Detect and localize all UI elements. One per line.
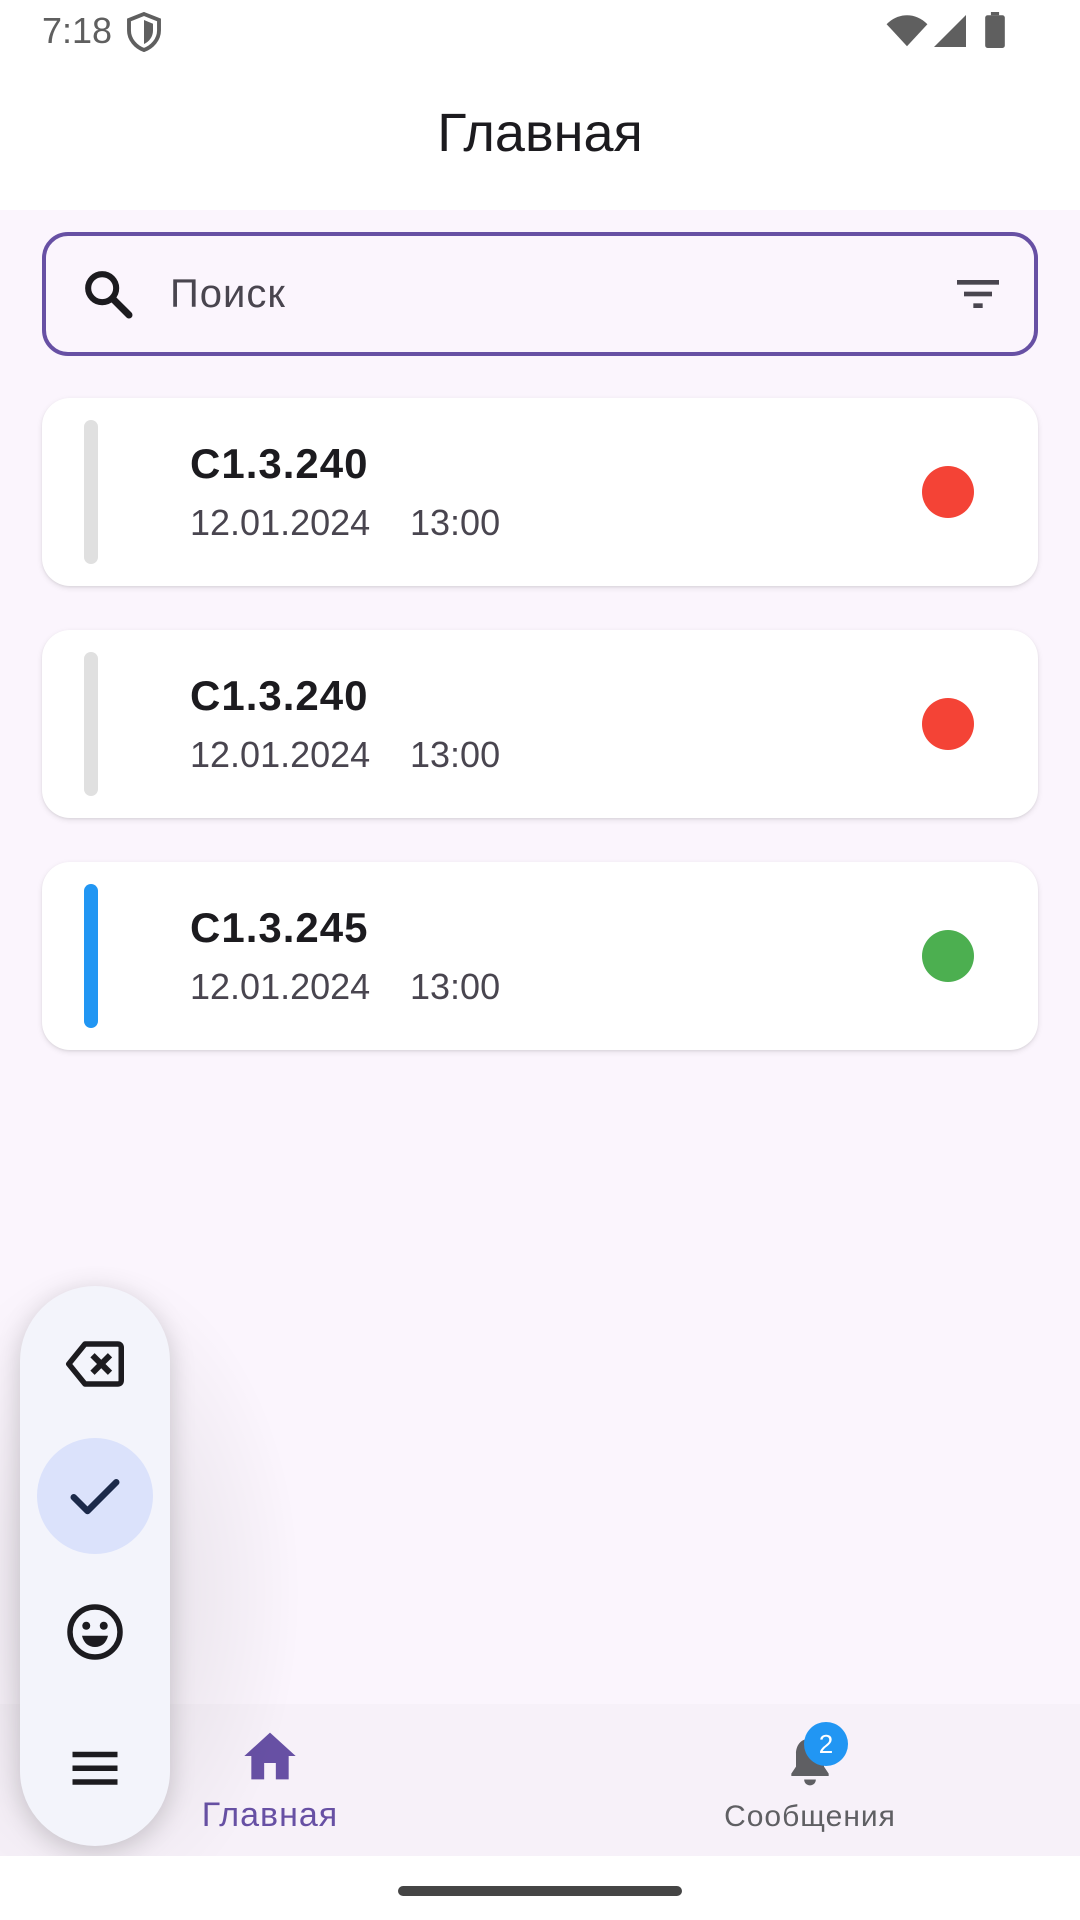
- item-time: 13:00: [410, 966, 501, 1007]
- check-icon: [70, 1479, 120, 1515]
- menu-button[interactable]: [37, 1710, 153, 1826]
- item-time: 13:00: [410, 502, 501, 543]
- item-date: 12.01.2024: [190, 502, 371, 543]
- nav-item-messages[interactable]: 2 Сообщения: [690, 1704, 930, 1856]
- item-title: С1.3.240: [190, 672, 369, 719]
- item-title: С1.3.245: [190, 904, 369, 951]
- search-bar[interactable]: [42, 232, 1038, 356]
- emoji-icon: [67, 1604, 123, 1660]
- status-time: 7:18: [42, 10, 113, 51]
- filter-icon[interactable]: [950, 266, 1006, 322]
- gesture-area: [0, 1856, 1080, 1920]
- search-input[interactable]: [170, 262, 870, 326]
- backspace-icon: [66, 1341, 124, 1387]
- confirm-button[interactable]: [37, 1438, 153, 1554]
- keyboard-toolbar: [20, 1286, 170, 1846]
- nav-messages-label: Сообщения: [724, 1800, 896, 1833]
- item-indicator-bar: [84, 884, 98, 1028]
- backspace-button[interactable]: [37, 1306, 153, 1422]
- list-item[interactable]: С1.3.240 12.01.2024 13:00: [42, 398, 1038, 586]
- status-dot: [922, 930, 974, 982]
- signal-icon: [934, 15, 966, 47]
- list-item[interactable]: С1.3.240 12.01.2024 13:00: [42, 630, 1038, 818]
- notification-badge: 2: [804, 1722, 848, 1766]
- item-date: 12.01.2024: [190, 966, 371, 1007]
- item-date: 12.01.2024: [190, 734, 371, 775]
- item-indicator-bar: [84, 420, 98, 564]
- status-bar: 7:18: [0, 0, 1080, 64]
- status-dot: [922, 466, 974, 518]
- menu-icon: [72, 1751, 118, 1785]
- app-header: Главная: [0, 64, 1080, 210]
- item-title: С1.3.240: [190, 440, 369, 487]
- list-item[interactable]: С1.3.245 12.01.2024 13:00: [42, 862, 1038, 1050]
- home-gesture-handle[interactable]: [398, 1886, 682, 1896]
- shield-icon: [127, 12, 161, 52]
- item-time: 13:00: [410, 734, 501, 775]
- page-title: Главная: [437, 103, 643, 163]
- screen: 7:18 Главная С1: [0, 0, 1080, 1920]
- search-icon: [85, 271, 133, 319]
- wifi-icon: [886, 15, 928, 47]
- item-indicator-bar: [84, 652, 98, 796]
- status-dot: [922, 698, 974, 750]
- battery-icon: [985, 12, 1005, 48]
- emoji-button[interactable]: [37, 1574, 153, 1690]
